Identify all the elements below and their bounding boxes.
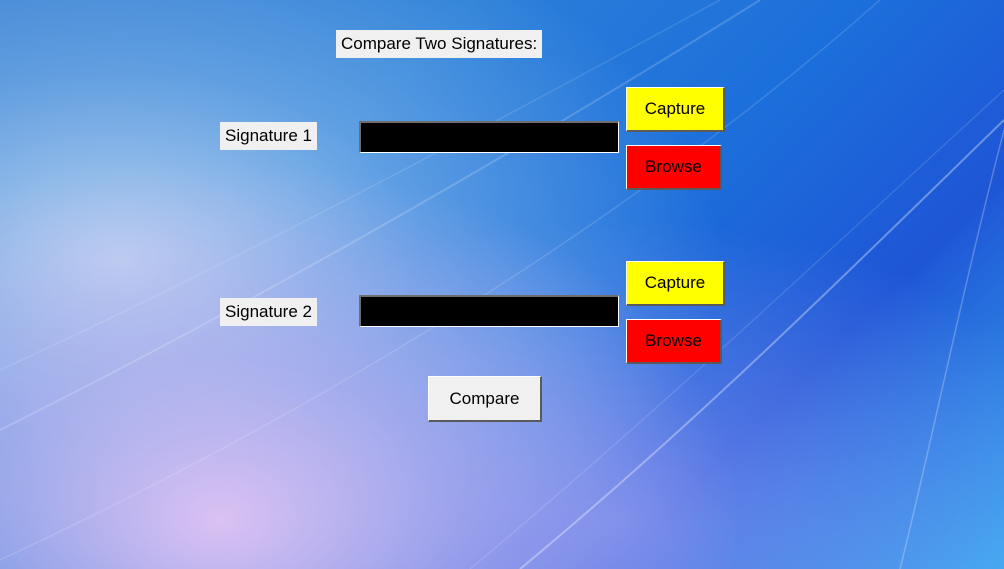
- signature-2-browse-button[interactable]: Browse: [626, 319, 722, 364]
- signature-2-capture-button[interactable]: Capture: [626, 261, 725, 306]
- signature-1-label: Signature 1: [220, 122, 317, 150]
- desktop-background: [0, 0, 1004, 569]
- compare-button[interactable]: Compare: [428, 376, 542, 422]
- page-title: Compare Two Signatures:: [336, 30, 543, 58]
- signature-1-browse-button[interactable]: Browse: [626, 145, 722, 190]
- wallpaper-streaks: [0, 0, 1004, 569]
- signature-1-capture-button[interactable]: Capture: [626, 87, 725, 132]
- signature-2-field[interactable]: [359, 295, 619, 327]
- signature-2-label: Signature 2: [220, 298, 317, 326]
- signature-1-field[interactable]: [359, 121, 619, 153]
